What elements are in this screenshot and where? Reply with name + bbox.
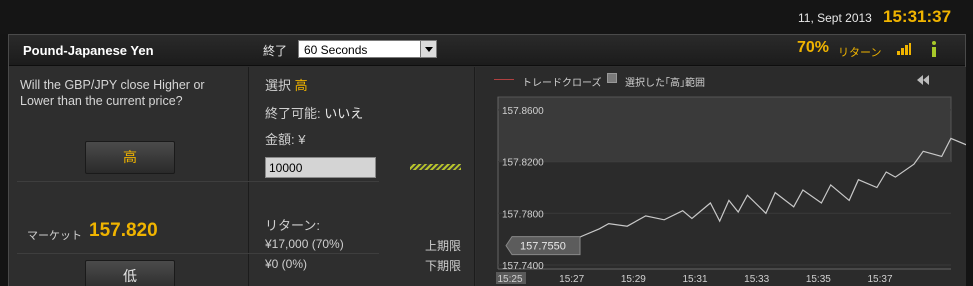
signal-bars-icon[interactable] [897, 43, 911, 55]
return-heading: リターン: [265, 218, 320, 233]
x-tick-label: 15:37 [867, 274, 892, 285]
trade-question: Will the GBP/JPY close Higher or Lower t… [20, 78, 205, 108]
upper-limit-label: 上期限 [425, 239, 462, 253]
y-tick-label: 157.8200 [502, 158, 544, 169]
expiry-label: 終了 [263, 44, 288, 58]
return-percent: 70% [797, 39, 830, 56]
upper-return-value: ¥17,000 (70%) [265, 237, 344, 251]
y-tick-label: 157.7800 [502, 209, 544, 220]
order-column: 選択 高 終了可能: いいえ 金額: ¥ 10000 リターン: ¥17,000… [250, 67, 475, 286]
market-label: マーケット [27, 230, 82, 242]
x-tick-label: 15:29 [621, 274, 646, 285]
price-chart: トレードクローズ 選択した｢高｣範囲 157.8600 157.8200 157.7… [476, 67, 966, 286]
current-date: 11, Sept 2013 [798, 11, 872, 25]
lower-limit-label: 下期限 [425, 259, 462, 273]
chevron-down-icon[interactable] [420, 41, 436, 57]
close-label: 終了可能: [265, 106, 321, 121]
x-tick-label: 15:33 [744, 274, 769, 285]
y-tick-label: 157.8600 [502, 106, 544, 117]
direction-column: Will the GBP/JPY close Higher or Lower t… [9, 67, 379, 286]
x-tick-label: 15:25 [497, 274, 522, 285]
y-tick-label: 157.7400 [502, 261, 544, 272]
close-row: 終了可能: いいえ [265, 103, 363, 122]
return-label: リターン [838, 47, 882, 59]
amount-slider-handle[interactable] [410, 164, 461, 170]
chart-plot: 157.8600 157.8200 157.7800 157.7400 15:25 15:… [496, 96, 966, 285]
selection-value: 高 [294, 78, 308, 93]
close-value: いいえ [324, 106, 364, 121]
selection-row: 選択 高 [265, 75, 308, 94]
low-button[interactable]: 低 [85, 260, 175, 286]
high-button[interactable]: 高 [85, 141, 175, 174]
amount-input[interactable]: 10000 [265, 157, 376, 178]
top-bar: 11, Sept 2013 15:31:37 [0, 0, 973, 34]
expiry-selected-value: 60 Seconds [304, 43, 368, 57]
selection-label: 選択 [265, 78, 292, 93]
amount-label: 金額: ¥ [265, 132, 306, 147]
asset-name: Pound-Japanese Yen [23, 43, 154, 58]
trade-panel: Pound-Japanese Yen 終了 60 Seconds 70% リター… [8, 34, 966, 286]
lower-return-value: ¥0 (0%) [265, 257, 308, 271]
x-tick-label: 15:31 [682, 274, 707, 285]
amount-value: 10000 [269, 161, 303, 175]
panel-header: Pound-Japanese Yen 終了 60 Seconds 70% リター… [9, 35, 965, 66]
x-tick-label: 15:35 [806, 274, 831, 285]
current-price-label: 157.7550 [520, 241, 566, 253]
market-price: 157.820 [89, 220, 158, 241]
info-icon[interactable] [930, 41, 938, 59]
current-time: 15:31:37 [883, 7, 952, 26]
x-tick-label: 15:27 [559, 274, 584, 285]
selected-range-band [497, 96, 952, 163]
expiry-select[interactable]: 60 Seconds [298, 40, 437, 58]
